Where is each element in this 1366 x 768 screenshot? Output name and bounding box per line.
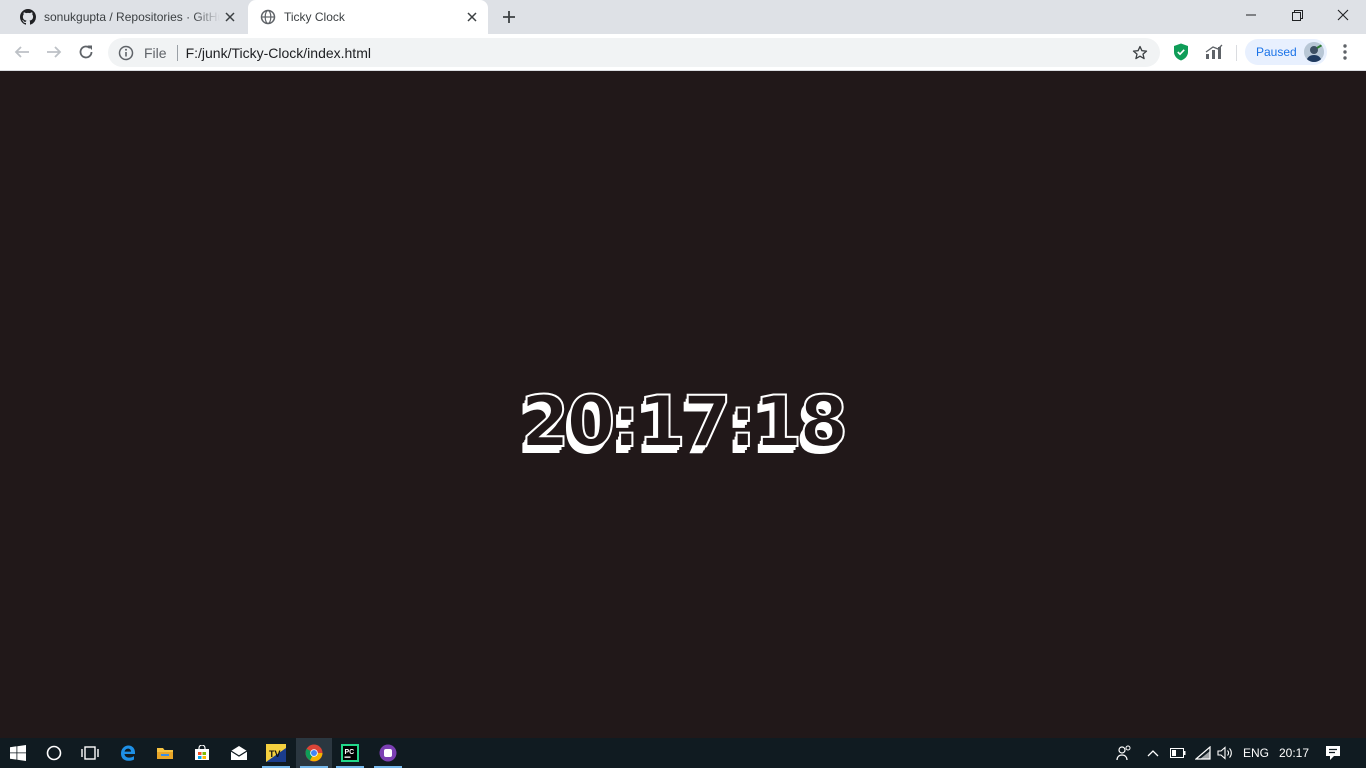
tab-title: sonukgupta / Repositories · GitHub [44,10,220,24]
mail-icon [230,746,248,760]
windows-logo-icon [10,745,26,761]
github-icon [20,9,36,25]
minimize-icon [1246,14,1256,16]
restore-icon [1291,9,1303,21]
arrow-right-icon [47,46,62,58]
action-center-button[interactable] [1320,738,1346,768]
shield-extension-icon[interactable] [1171,42,1191,62]
restore-button[interactable] [1274,0,1320,30]
notification-icon [1326,746,1340,760]
plus-icon [503,11,515,23]
people-button[interactable] [1112,738,1136,768]
page-content: 20:17:18 [0,71,1366,738]
kebab-menu-icon [1343,44,1347,60]
globe-icon [260,9,276,25]
new-tab-button[interactable] [498,6,520,28]
svg-text:TV: TV [269,749,281,759]
browser-toolbar: File F:/junk/Ticky-Clock/index.html Paus… [0,34,1366,71]
mail-button[interactable] [221,738,257,768]
omnibox-divider [176,44,178,61]
edge-button[interactable] [110,738,146,768]
tab-title: Ticky Clock [284,10,345,24]
chevron-up-icon [1147,750,1159,757]
back-button[interactable] [10,40,34,64]
close-tab-icon[interactable] [462,7,482,27]
volume-button[interactable] [1215,738,1235,768]
wifi-button[interactable] [1193,738,1213,768]
chrome-button[interactable] [296,738,332,768]
avatar [1304,42,1324,62]
search-icon [46,745,62,761]
tab-strip: sonukgupta / Repositories · GitHub Ticky… [0,0,1366,34]
close-tab-icon[interactable] [220,7,240,27]
battery-button[interactable] [1168,738,1188,768]
toolbar-divider [1236,45,1237,61]
language-indicator[interactable]: ENG [1239,738,1273,768]
chrome-icon [305,744,323,762]
file-explorer-icon [157,748,173,759]
wifi-icon [1195,746,1211,760]
store-icon [195,745,209,760]
clock-tray[interactable]: 20:17 [1276,738,1312,768]
arrow-left-icon [14,46,29,58]
edge-icon [121,745,135,761]
clock-display: 20:17:18 [520,381,849,463]
forward-button[interactable] [42,40,66,64]
url-text[interactable]: F:/junk/Ticky-Clock/index.html [186,45,1130,61]
browser-menu-button[interactable] [1335,41,1355,63]
reload-button[interactable] [74,40,98,64]
pycharm-button[interactable]: PC [332,738,368,768]
store-button[interactable] [184,738,220,768]
start-button[interactable] [0,738,36,768]
address-bar[interactable]: File F:/junk/Ticky-Clock/index.html [108,38,1160,67]
taskbar: TV PC ENG 20:17 [0,738,1366,768]
security-chip[interactable]: File [144,45,167,61]
profile-status: Paused [1256,45,1297,59]
file-explorer-button[interactable] [147,738,183,768]
task-view-button[interactable] [72,738,108,768]
info-icon[interactable] [118,45,134,61]
tv-app-icon: TV [266,744,286,762]
svg-text:PC: PC [345,749,355,756]
task-view-icon [81,746,99,760]
bookmark-star-icon[interactable] [1130,43,1150,63]
search-button[interactable] [36,738,72,768]
minimize-button[interactable] [1228,0,1274,30]
show-hidden-icons-button[interactable] [1143,738,1163,768]
app-button[interactable] [370,738,406,768]
profile-button[interactable]: Paused [1245,39,1327,65]
people-icon [1116,745,1131,761]
app-icon [379,744,397,762]
tv-app-button[interactable]: TV [258,738,294,768]
tab-github[interactable]: sonukgupta / Repositories · GitHub [8,0,246,34]
pycharm-icon: PC [341,744,359,762]
battery-icon [1170,748,1186,758]
reload-icon [79,45,93,59]
chart-extension-icon[interactable] [1204,42,1224,62]
close-window-button[interactable] [1320,0,1366,30]
close-icon [1337,9,1349,21]
volume-icon [1217,746,1232,760]
tab-ticky-clock[interactable]: Ticky Clock [248,0,488,34]
